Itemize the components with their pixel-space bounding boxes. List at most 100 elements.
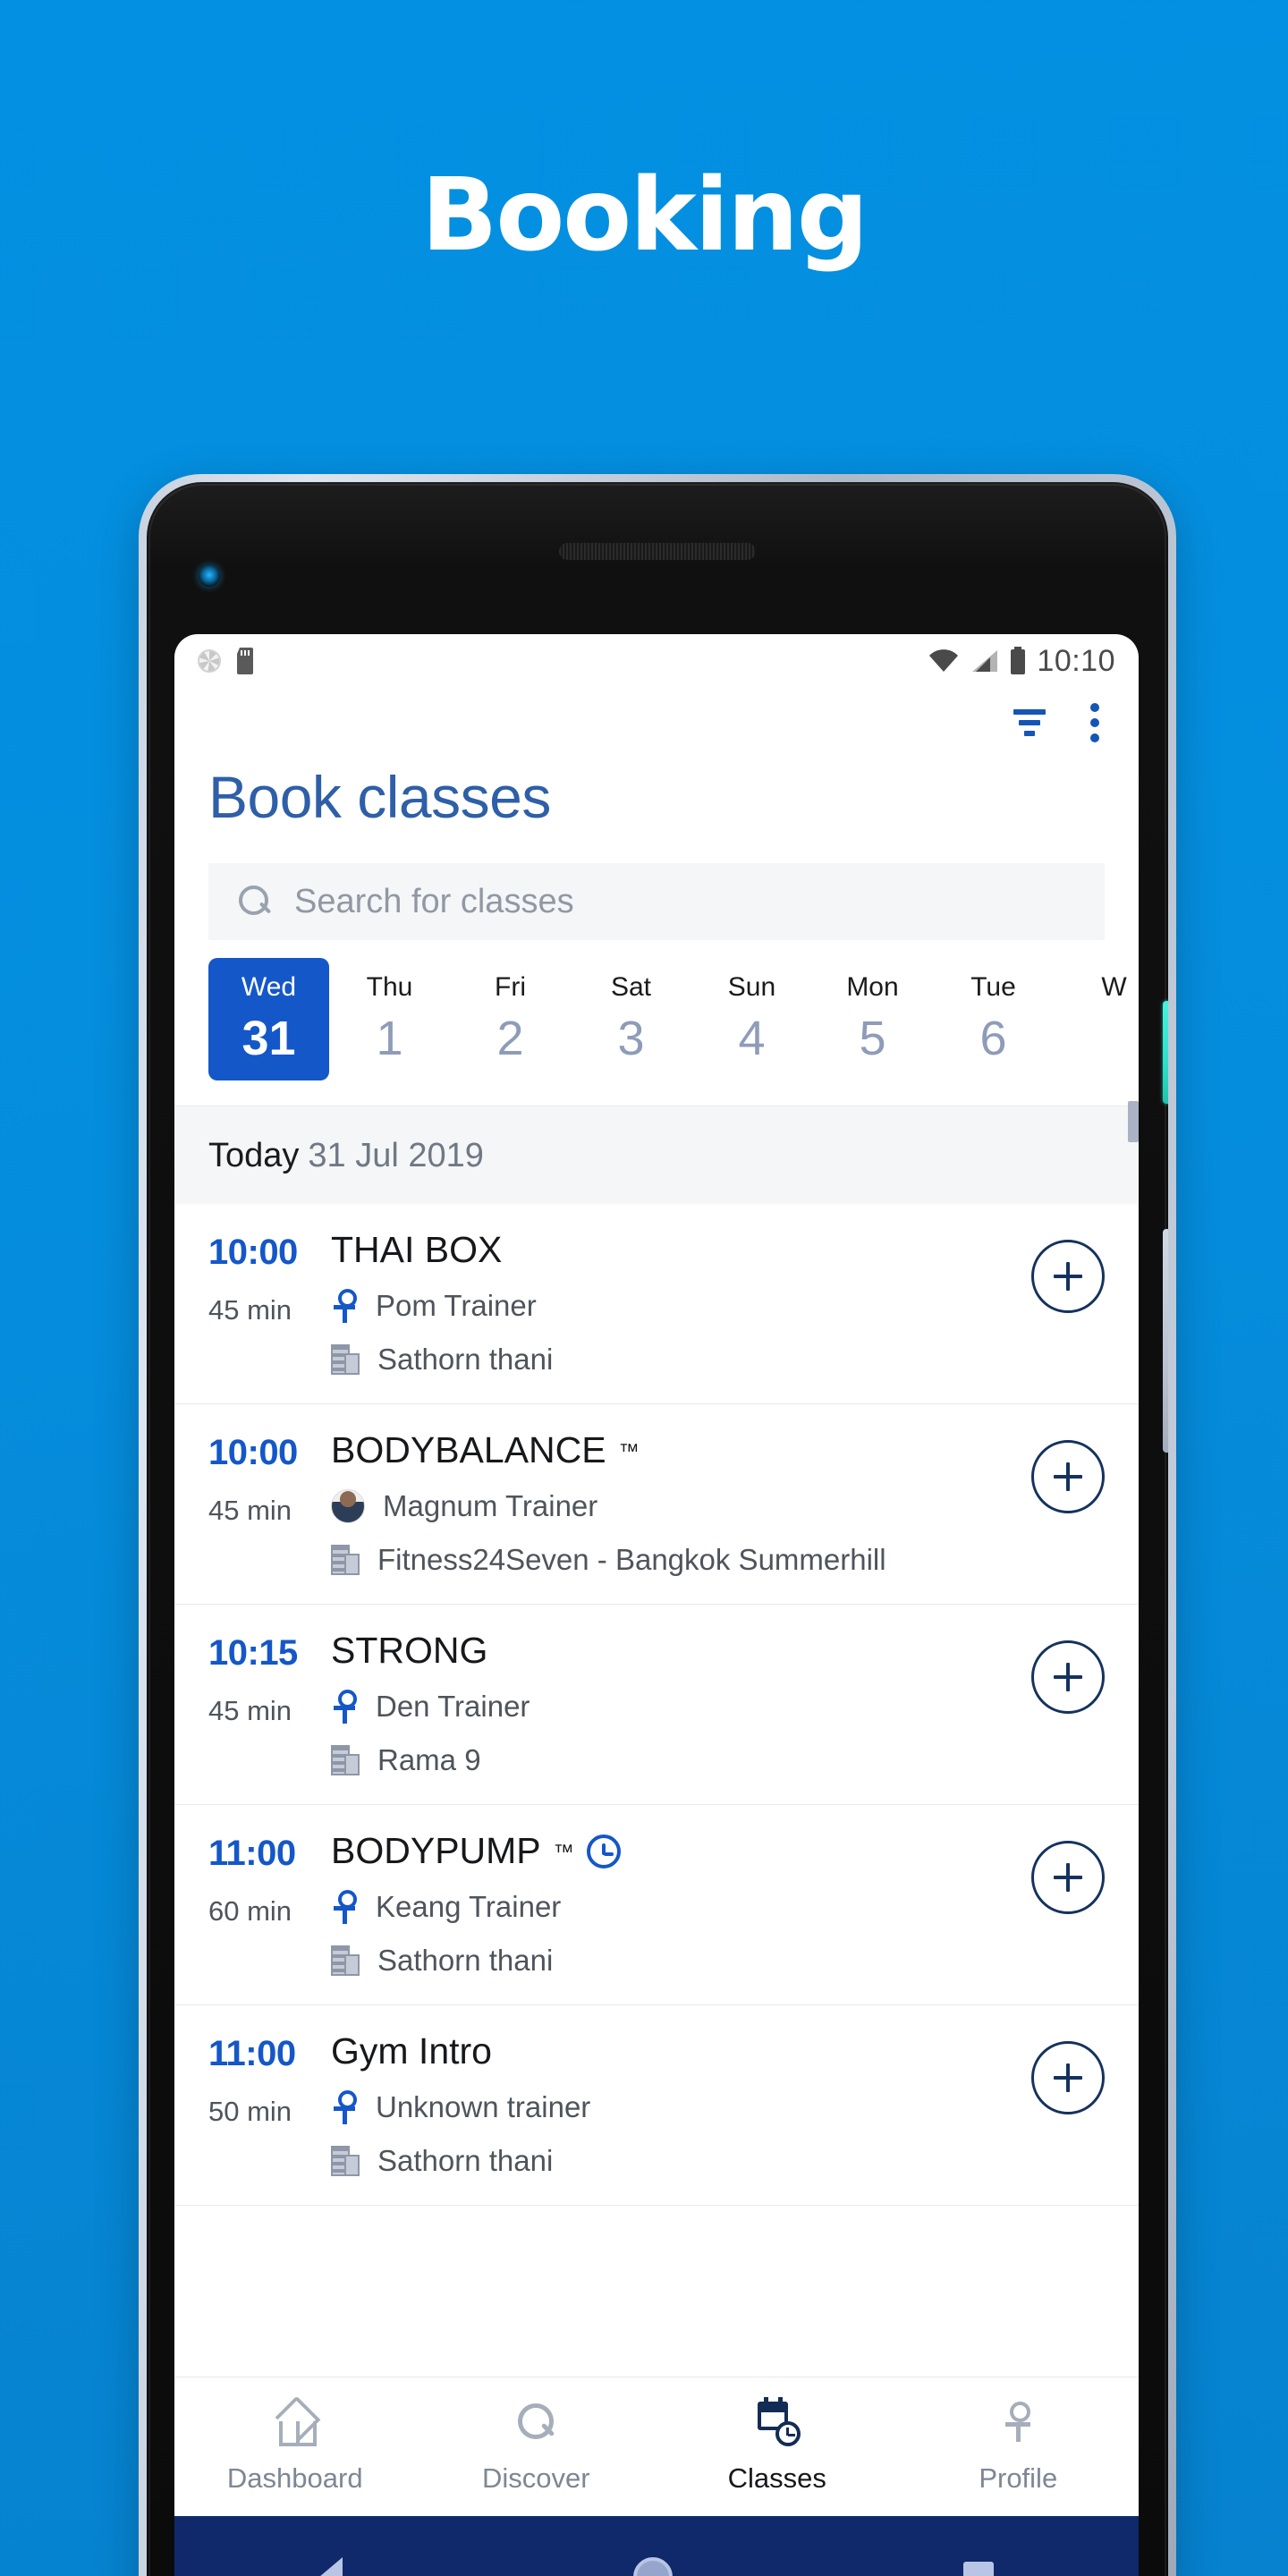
power-button[interactable] bbox=[1163, 1001, 1168, 1104]
table-row[interactable]: 10:00 45 min THAI BOX Pom Trainer Sathor… bbox=[174, 1204, 1139, 1405]
class-list: 10:00 45 min THAI BOX Pom Trainer Sathor… bbox=[174, 1204, 1139, 2377]
class-duration: 45 min bbox=[208, 1695, 292, 1727]
day-header-date: 31 Jul 2019 bbox=[308, 1137, 484, 1174]
class-location: Fitness24Seven - Bangkok Summerhill bbox=[377, 1543, 886, 1577]
date-dow: Sun bbox=[727, 972, 776, 1002]
class-time-column: 11:00 60 min bbox=[208, 1832, 320, 1928]
date-cell-0[interactable]: Wed 31 bbox=[208, 958, 329, 1080]
class-location: Rama 9 bbox=[377, 1743, 481, 1777]
date-selector[interactable]: Wed 31 Thu 1 Fri 2 Sat 3 Sun 4 Mon 5 Tue… bbox=[174, 940, 1139, 1106]
back-triangle-icon[interactable] bbox=[319, 2557, 343, 2576]
class-time: 10:00 bbox=[208, 1233, 298, 1272]
class-trainer-row: Den Trainer bbox=[331, 1690, 1031, 1724]
page-title: Booking bbox=[420, 157, 869, 274]
date-cell-5[interactable]: Mon 5 bbox=[812, 958, 933, 1080]
add-class-button[interactable] bbox=[1031, 2041, 1105, 2115]
class-name: THAI BOX bbox=[331, 1229, 503, 1270]
date-day: 1 bbox=[376, 1012, 403, 1065]
class-duration: 45 min bbox=[208, 1294, 292, 1326]
class-trainer: Unknown trainer bbox=[376, 2090, 591, 2124]
table-row[interactable]: 10:00 45 min BODYBALANCE ™ Magnum Traine… bbox=[174, 1404, 1139, 1606]
date-dow: W bbox=[1101, 972, 1127, 1002]
class-name-row: THAI BOX bbox=[331, 1229, 1031, 1270]
trademark-mark: ™ bbox=[618, 1438, 640, 1462]
search-icon bbox=[239, 886, 271, 918]
recents-square-icon[interactable] bbox=[962, 2562, 994, 2576]
class-info-column: STRONG Den Trainer Rama 9 bbox=[320, 1631, 1031, 1777]
class-trainer-row: Pom Trainer bbox=[331, 1289, 1031, 1324]
nav-label: Dashboard bbox=[226, 2462, 363, 2494]
building-icon bbox=[331, 1344, 360, 1376]
class-name: BODYPUMP bbox=[331, 1830, 541, 1872]
person-icon bbox=[331, 1289, 358, 1324]
date-cell-4[interactable]: Sun 4 bbox=[691, 958, 812, 1080]
person-icon bbox=[331, 1690, 358, 1724]
bottom-navigation: Dashboard Discover Classes Profile bbox=[174, 2377, 1139, 2516]
nav-item-discover[interactable]: Discover bbox=[416, 2400, 657, 2495]
table-row[interactable]: 11:00 60 min BODYPUMP ™ Keang Trainer Sa… bbox=[174, 1805, 1139, 2006]
filter-icon[interactable] bbox=[1013, 709, 1046, 736]
table-row[interactable]: 11:00 50 min Gym Intro Unknown trainer S… bbox=[174, 2005, 1139, 2207]
class-location: Sathorn thani bbox=[377, 1343, 554, 1377]
class-trainer-row: Magnum Trainer bbox=[331, 1489, 1031, 1524]
class-duration: 50 min bbox=[208, 2096, 292, 2128]
class-trainer-row: Unknown trainer bbox=[331, 2090, 1031, 2125]
more-vertical-icon[interactable] bbox=[1087, 699, 1103, 746]
sync-icon bbox=[198, 649, 221, 673]
class-trainer: Den Trainer bbox=[376, 1690, 530, 1724]
class-time: 11:00 bbox=[208, 2034, 296, 2074]
class-location-row: Rama 9 bbox=[331, 1743, 1031, 1777]
building-icon bbox=[331, 2146, 360, 2177]
class-trainer-row: Keang Trainer bbox=[331, 1890, 1031, 1925]
trademark-mark: ™ bbox=[553, 1839, 574, 1863]
person-icon bbox=[995, 2400, 1041, 2446]
table-row[interactable]: 10:15 45 min STRONG Den Trainer Rama 9 bbox=[174, 1605, 1139, 1806]
class-name: BODYBALANCE bbox=[331, 1429, 606, 1471]
android-system-nav bbox=[174, 2516, 1139, 2576]
wifi-icon bbox=[929, 649, 959, 672]
date-cell-7[interactable]: W bbox=[1054, 958, 1139, 1032]
date-dow: Mon bbox=[846, 972, 899, 1002]
date-day: 2 bbox=[496, 1012, 524, 1065]
status-bar: 10:10 bbox=[174, 634, 1139, 688]
status-bar-system: 10:10 bbox=[928, 644, 1115, 679]
search-input[interactable]: Search for classes bbox=[208, 863, 1105, 940]
class-time: 11:00 bbox=[208, 1834, 296, 1874]
nav-item-classes[interactable]: Classes bbox=[657, 2396, 898, 2495]
class-duration: 60 min bbox=[208, 1895, 292, 1928]
class-info-column: BODYBALANCE ™ Magnum Trainer Fitness24Se… bbox=[320, 1429, 1031, 1577]
class-duration: 45 min bbox=[208, 1495, 292, 1527]
date-cell-3[interactable]: Sat 3 bbox=[571, 958, 691, 1080]
sd-card-icon bbox=[237, 648, 253, 674]
nav-item-profile[interactable]: Profile bbox=[898, 2400, 1140, 2495]
front-camera-icon bbox=[199, 565, 220, 587]
scrollbar-thumb[interactable] bbox=[1128, 1101, 1139, 1142]
class-location-row: Sathorn thani bbox=[331, 2144, 1031, 2178]
date-day: 3 bbox=[617, 1012, 645, 1065]
class-name-row: STRONG bbox=[331, 1631, 1031, 1670]
date-cell-2[interactable]: Fri 2 bbox=[450, 958, 571, 1080]
home-circle-icon[interactable] bbox=[632, 2557, 673, 2576]
class-info-column: BODYPUMP ™ Keang Trainer Sathorn thani bbox=[320, 1832, 1031, 1978]
class-trainer: Pom Trainer bbox=[376, 1289, 537, 1323]
class-location-row: Fitness24Seven - Bangkok Summerhill bbox=[331, 1543, 1031, 1577]
class-trainer: Keang Trainer bbox=[376, 1890, 562, 1924]
add-class-button[interactable] bbox=[1031, 1841, 1105, 1915]
person-icon bbox=[331, 2090, 358, 2125]
add-class-button[interactable] bbox=[1031, 1640, 1105, 1715]
class-time-column: 10:00 45 min bbox=[208, 1431, 320, 1527]
phone-device-frame: 10:10 Book classes Search for classes We… bbox=[139, 474, 1176, 2576]
date-cell-1[interactable]: Thu 1 bbox=[329, 958, 450, 1080]
date-cell-6[interactable]: Tue 6 bbox=[933, 958, 1054, 1080]
volume-button[interactable] bbox=[1163, 1229, 1168, 1453]
signal-icon bbox=[972, 650, 998, 672]
class-info-column: Gym Intro Unknown trainer Sathorn thani bbox=[320, 2032, 1031, 2178]
date-dow: Thu bbox=[366, 972, 413, 1002]
nav-label: Profile bbox=[979, 2462, 1058, 2494]
class-location: Sathorn thani bbox=[377, 2144, 554, 2178]
date-day: 4 bbox=[738, 1012, 766, 1065]
add-class-button[interactable] bbox=[1031, 1440, 1105, 1514]
status-bar-clock: 10:10 bbox=[1037, 643, 1115, 678]
nav-item-dashboard[interactable]: Dashboard bbox=[174, 2400, 416, 2495]
add-class-button[interactable] bbox=[1031, 1240, 1105, 1313]
